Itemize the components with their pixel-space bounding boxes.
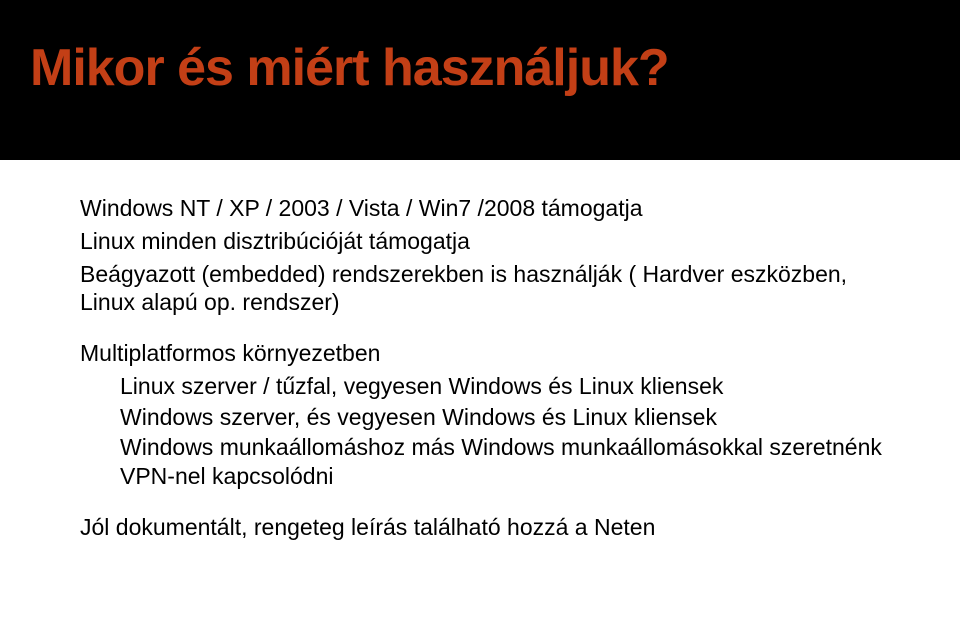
bullet-item: Jól dokumentált, rengeteg leírás találha… <box>70 513 890 542</box>
bullet-item: Multiplatformos környezetben <box>70 339 890 368</box>
bullet-item: Beágyazott (embedded) rendszerekben is h… <box>70 260 890 318</box>
slide-title: Mikor és miért használjuk? <box>30 38 930 98</box>
sub-bullet-item: Windows munkaállomáshoz más Windows munk… <box>110 433 890 491</box>
bullet-item: Windows NT / XP / 2003 / Vista / Win7 /2… <box>70 194 890 223</box>
bullet-item: Linux minden disztribúcióját támogatja <box>70 227 890 256</box>
slide-content: Windows NT / XP / 2003 / Vista / Win7 /2… <box>0 160 960 542</box>
title-bar: Mikor és miért használjuk? <box>0 0 960 160</box>
sub-bullet-item: Windows szerver, és vegyesen Windows és … <box>110 403 890 432</box>
sub-bullet-item: Linux szerver / tűzfal, vegyesen Windows… <box>110 372 890 401</box>
